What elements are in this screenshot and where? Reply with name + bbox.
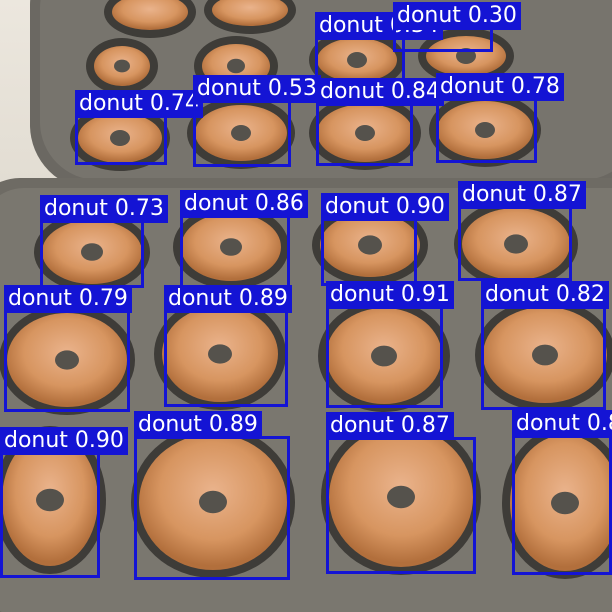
detection-box: donut 0.86 bbox=[180, 190, 308, 288]
donut-hole bbox=[114, 59, 130, 73]
detection-box: donut 0.84 bbox=[316, 78, 444, 166]
detection-box: donut 0.73 bbox=[40, 195, 168, 288]
detection-label: donut 0.84 bbox=[316, 78, 444, 106]
detection-label: donut 0.90 bbox=[321, 193, 449, 221]
detection-label: donut 0.91 bbox=[326, 281, 454, 309]
detection-box: donut 0.53 bbox=[193, 75, 321, 167]
detection-label: donut 0.89 bbox=[134, 411, 262, 439]
detection-box: donut 0.30 bbox=[393, 2, 521, 52]
detection-box: donut 0.85 bbox=[512, 410, 612, 575]
donut-hole bbox=[227, 58, 245, 74]
detection-box: donut 0.79 bbox=[4, 285, 132, 412]
detection-label: donut 0.87 bbox=[326, 412, 454, 440]
detection-box: donut 0.82 bbox=[481, 281, 609, 410]
detection-box: donut 0.87 bbox=[326, 412, 476, 574]
detection-label: donut 0.90 bbox=[0, 427, 128, 455]
detection-box: donut 0.90 bbox=[0, 427, 128, 578]
detection-box: donut 0.91 bbox=[326, 281, 454, 408]
detection-label: donut 0.87 bbox=[458, 181, 586, 209]
detection-box: donut 0.34 bbox=[315, 12, 443, 84]
detection-image: donut 0.34 donut 0.30 donut 0.74 donut 0.53… bbox=[0, 0, 612, 612]
detection-label: donut 0.86 bbox=[180, 190, 308, 218]
detection-label: donut 0.89 bbox=[164, 285, 292, 313]
detection-box: donut 0.87 bbox=[458, 181, 586, 281]
detection-label: donut 0.30 bbox=[393, 2, 521, 30]
detection-box: donut 0.90 bbox=[321, 193, 449, 286]
detection-box: donut 0.78 bbox=[436, 73, 564, 163]
detection-label: donut 0.85 bbox=[512, 410, 612, 438]
detection-label: donut 0.78 bbox=[436, 73, 564, 101]
detection-label: donut 0.79 bbox=[4, 285, 132, 313]
detection-label: donut 0.74 bbox=[75, 90, 203, 118]
detection-box: donut 0.89 bbox=[164, 285, 292, 407]
detection-label: donut 0.73 bbox=[40, 195, 168, 223]
detection-label: donut 0.53 bbox=[193, 75, 321, 103]
detection-label: donut 0.82 bbox=[481, 281, 609, 309]
detection-box: donut 0.89 bbox=[134, 411, 290, 580]
detection-box: donut 0.74 bbox=[75, 90, 203, 165]
